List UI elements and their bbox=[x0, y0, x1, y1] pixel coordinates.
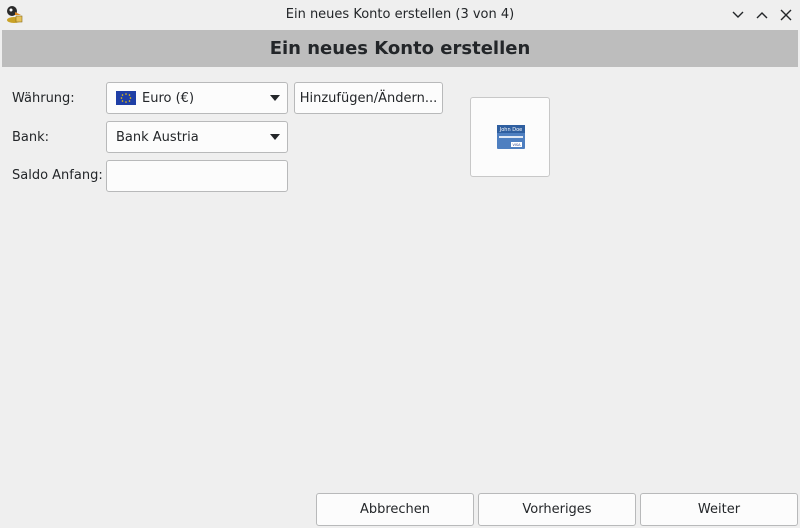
eu-flag-icon bbox=[116, 91, 136, 105]
page-title: Ein neues Konto erstellen bbox=[2, 30, 798, 67]
currency-value: Euro (€) bbox=[142, 90, 195, 106]
credit-card-icon: John Doe VISA bbox=[497, 125, 525, 149]
back-button[interactable]: Vorheriges bbox=[478, 493, 636, 526]
maximize-icon[interactable] bbox=[751, 4, 773, 26]
opening-balance-input[interactable] bbox=[106, 160, 288, 192]
next-button[interactable]: Weiter bbox=[640, 493, 798, 526]
cancel-button[interactable]: Abbrechen bbox=[316, 493, 474, 526]
bank-label: Bank: bbox=[12, 130, 50, 145]
account-type-preview: John Doe VISA bbox=[470, 97, 550, 177]
bank-combobox[interactable]: Bank Austria bbox=[106, 121, 288, 153]
card-name-text: John Doe bbox=[499, 127, 522, 133]
minimize-icon[interactable] bbox=[727, 4, 749, 26]
window-titlebar: Ein neues Konto erstellen (3 von 4) bbox=[0, 0, 800, 30]
bank-value: Bank Austria bbox=[116, 129, 199, 145]
chevron-down-icon bbox=[270, 134, 280, 140]
add-change-currency-button[interactable]: Hinzufügen/Ändern... bbox=[294, 82, 443, 114]
card-brand-text: VISA bbox=[512, 143, 521, 147]
opening-balance-label: Saldo Anfang: bbox=[12, 168, 103, 183]
window-title: Ein neues Konto erstellen (3 von 4) bbox=[285, 7, 515, 22]
close-icon[interactable] bbox=[775, 4, 797, 26]
currency-label: Währung: bbox=[12, 91, 75, 106]
currency-combobox[interactable]: Euro (€) bbox=[106, 82, 288, 114]
chevron-down-icon bbox=[270, 95, 280, 101]
